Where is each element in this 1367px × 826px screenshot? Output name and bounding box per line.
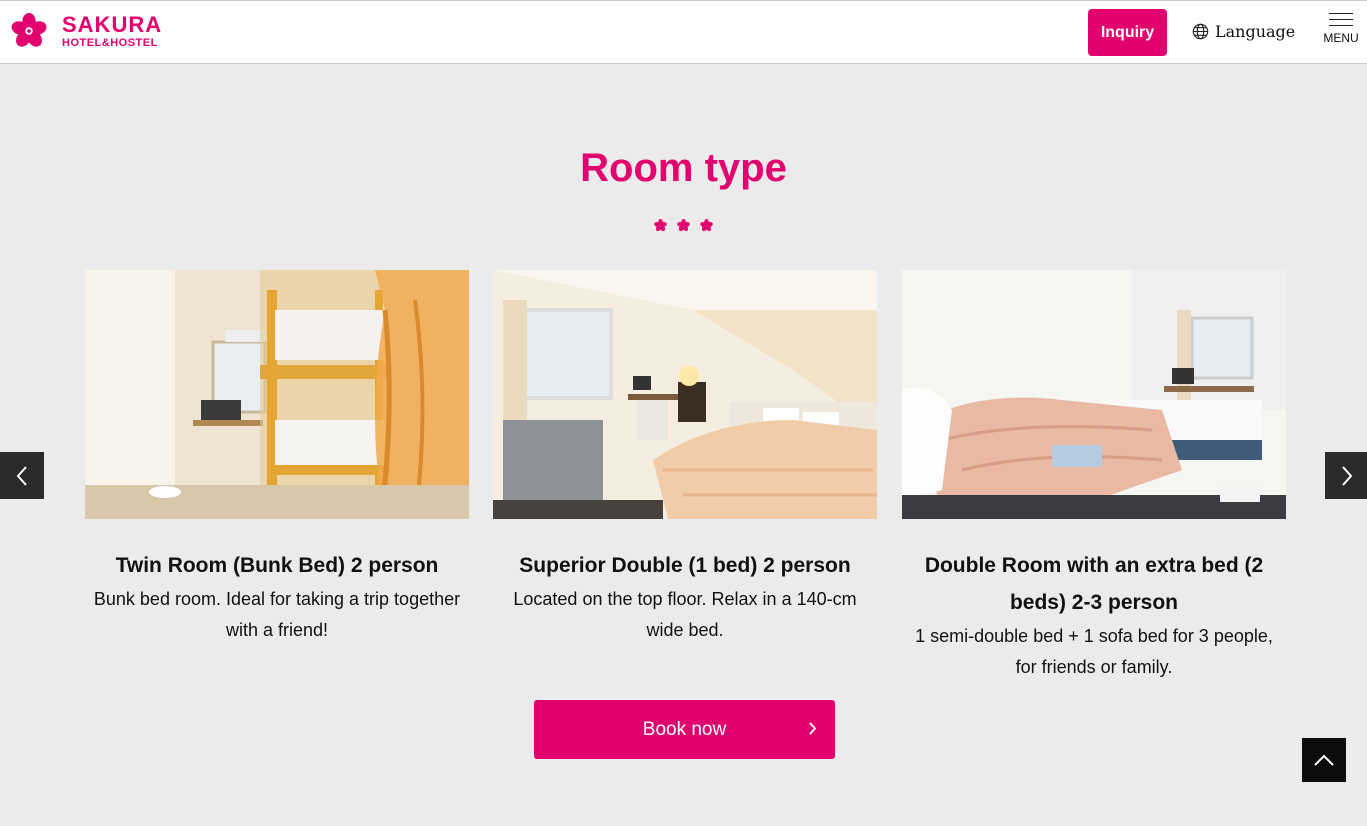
brand-name: SAKURA — [62, 11, 163, 37]
book-now-label: Book now — [642, 718, 727, 740]
hamburger-icon — [1329, 13, 1353, 26]
back-to-top-button[interactable] — [1302, 738, 1346, 782]
inquiry-button[interactable]: Inquiry — [1088, 9, 1167, 56]
sakura-flower-icon — [11, 12, 47, 47]
chevron-right-icon — [1342, 465, 1353, 486]
room-description: 1 semi-double bed + 1 sofa bed for 3 peo… — [915, 626, 1273, 677]
book-now-button[interactable]: Book now — [534, 700, 835, 759]
chevron-up-icon — [1314, 754, 1334, 766]
room-description: Bunk bed room. Ideal for taking a trip t… — [93, 589, 461, 640]
room-photo-double-extra-bed[interactable] — [902, 270, 1286, 519]
room-photo-bunk[interactable] — [85, 270, 469, 519]
flower-icon — [700, 219, 713, 232]
decorative-flowers — [654, 219, 713, 232]
carousel-next-button[interactable] — [1325, 452, 1367, 499]
flower-icon — [654, 219, 667, 232]
flower-icon — [677, 219, 690, 232]
room-title[interactable]: Double Room with an extra bed (2 beds) 2… — [902, 547, 1286, 621]
chevron-left-icon — [16, 465, 27, 486]
room-card[interactable]: Double Room with an extra bed (2 beds) 2… — [902, 270, 1286, 683]
menu-button[interactable]: MENU — [1320, 13, 1362, 45]
room-title[interactable]: Superior Double (1 bed) 2 person — [493, 547, 877, 584]
room-title[interactable]: Twin Room (Bunk Bed) 2 person — [85, 547, 469, 584]
brand-tagline: HOTEL&HOSTEL — [62, 36, 158, 49]
site-header: SAKURA HOTEL&HOSTEL Inquiry Language MEN… — [0, 0, 1367, 64]
menu-label: MENU — [1323, 31, 1359, 45]
chevron-right-icon — [809, 722, 817, 735]
room-description: Located on the top floor. Relax in a 140… — [513, 589, 857, 640]
language-selector[interactable]: Language — [1192, 22, 1295, 41]
carousel-prev-button[interactable] — [0, 452, 44, 499]
section-title: Room type — [580, 146, 787, 190]
language-label: Language — [1215, 22, 1296, 41]
room-photo-superior-double[interactable] — [493, 270, 877, 519]
site-logo[interactable]: SAKURA HOTEL&HOSTEL — [10, 12, 162, 50]
globe-icon — [1192, 23, 1209, 40]
room-card[interactable]: Superior Double (1 bed) 2 person Located… — [493, 270, 877, 646]
room-card[interactable]: Twin Room (Bunk Bed) 2 person Bunk bed r… — [85, 270, 469, 646]
